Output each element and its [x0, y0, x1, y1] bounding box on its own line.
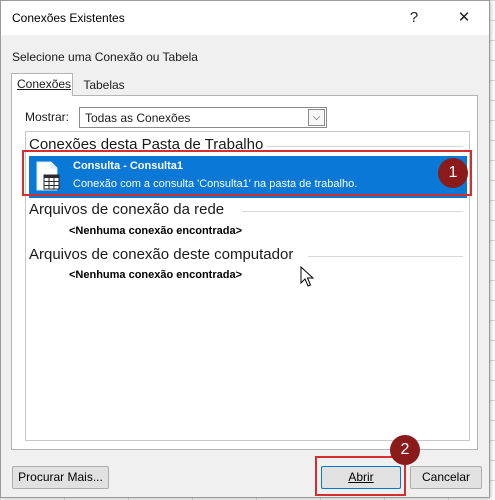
- help-button[interactable]: ?: [399, 5, 429, 31]
- group-title-network: Arquivos de conexão da rede: [29, 201, 225, 218]
- show-filter-dropdown[interactable]: Todas as Conexões ⌵: [79, 107, 327, 128]
- show-label: Mostrar:: [25, 110, 70, 124]
- dialog-title: Conexões Existentes: [12, 11, 125, 25]
- empty-computer-text: <Nenhuma conexão encontrada>: [69, 269, 242, 281]
- title-bar: Conexões Existentes ? ✕: [1, 1, 489, 35]
- tab-connections-label: Conexões: [17, 77, 72, 91]
- chevron-down-icon[interactable]: ⌵: [308, 109, 325, 126]
- group-title-computer: Arquivos de conexão deste computador: [29, 246, 294, 263]
- existing-connections-dialog: Conexões Existentes ? ✕ Selecione uma Co…: [0, 0, 490, 498]
- group-divider: [308, 256, 463, 257]
- tab-tables[interactable]: Tabelas: [77, 75, 131, 96]
- browse-more-button[interactable]: Procurar Mais...: [12, 466, 109, 489]
- callout-badge-1: 1: [438, 158, 468, 188]
- cancel-label: Cancelar: [421, 470, 471, 484]
- tab-tables-label: Tabelas: [83, 78, 125, 92]
- callout-highlight-1: [22, 150, 472, 196]
- instruction-text: Selecione uma Conexão ou Tabela: [12, 50, 198, 64]
- group-divider: [266, 146, 463, 147]
- close-button[interactable]: ✕: [449, 5, 479, 31]
- empty-network-text: <Nenhuma conexão encontrada>: [69, 225, 242, 237]
- callout-badge-2: 2: [390, 435, 420, 465]
- show-filter-value: Todas as Conexões: [85, 111, 191, 125]
- cancel-button[interactable]: Cancelar: [410, 466, 482, 489]
- callout-highlight-2: [315, 456, 406, 496]
- tab-connections[interactable]: Conexões: [11, 73, 73, 96]
- group-divider: [242, 211, 463, 212]
- mouse-pointer-icon: [300, 266, 314, 287]
- connections-panel: Mostrar: Todas as Conexões ⌵ Conexões de…: [11, 95, 478, 450]
- browse-more-label: Procurar Mais...: [18, 470, 103, 484]
